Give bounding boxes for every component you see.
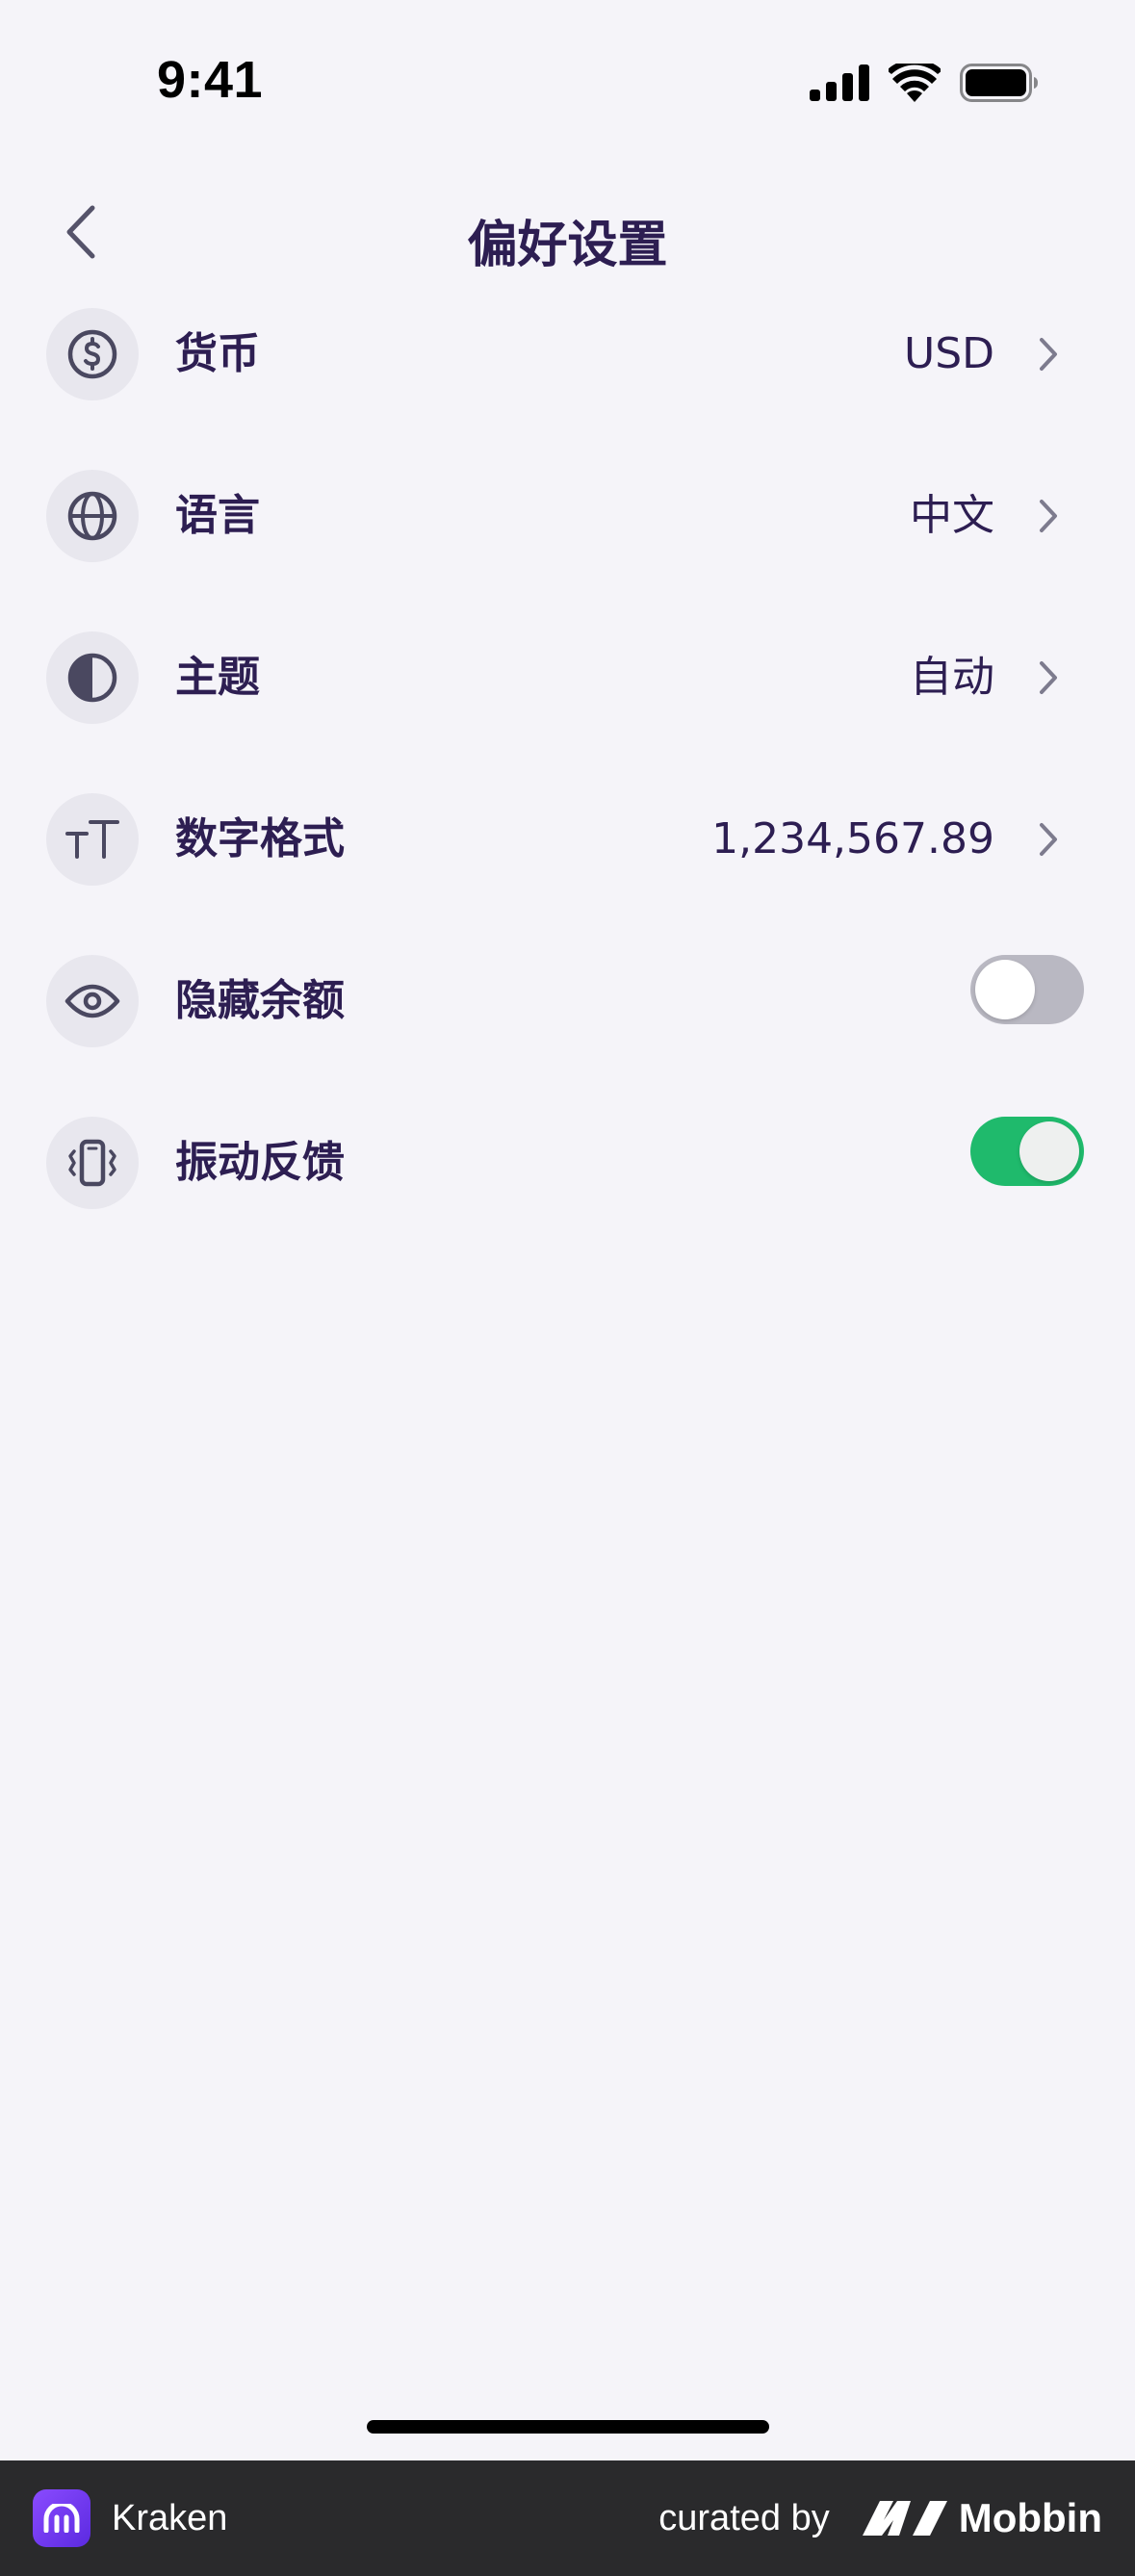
setting-row-language[interactable]: 语言 中文 [0,470,1135,631]
setting-row-number-format[interactable]: 数字格式 1,234,567.89 [0,793,1135,955]
status-time: 9:41 [157,51,264,109]
wifi-icon [887,59,942,106]
footer-credit: curated by Mobbin [658,2495,1102,2541]
chevron-right-icon [1029,335,1068,374]
setting-label: 振动反馈 [175,1138,345,1187]
setting-label: 数字格式 [175,814,345,863]
setting-label: 隐藏余额 [175,976,345,1025]
phone-vibrate-icon [46,1117,139,1209]
footer-curated-by: curated by [658,2497,830,2538]
chevron-right-icon [1029,497,1068,535]
haptic-feedback-toggle[interactable] [970,1117,1084,1186]
dollar-circle-icon [46,308,139,400]
setting-value: USD [903,329,994,378]
setting-label: 货币 [175,329,260,378]
footer-app-name: Kraken [112,2497,228,2538]
mobbin-brand: Mobbin [862,2495,1102,2541]
text-size-icon [46,793,139,886]
setting-label: 主题 [175,653,260,702]
setting-row-theme[interactable]: 主题 自动 [0,631,1135,793]
status-bar: 9:41 [0,0,1135,144]
toggle-knob [1019,1121,1079,1181]
hide-balance-toggle[interactable] [970,955,1084,1024]
setting-value: 1,234,567.89 [711,814,994,863]
cellular-signal-icon [810,64,869,105]
chevron-right-icon [1029,658,1068,697]
setting-value: 中文 [910,491,994,540]
home-indicator [367,2420,769,2434]
chevron-right-icon [1029,820,1068,859]
settings-list: 货币 USD 语言 中文 主题 自动 数字格式 1,234,567.89 隐藏余… [0,308,1135,1278]
screen: 9:41 偏好设置 货币 USD 语言 中文 主题 自动 数字格式 1,234,… [0,0,1135,2576]
kraken-logo-icon [33,2489,90,2547]
mobbin-wordmark: Mobbin [958,2495,1102,2540]
setting-value: 自动 [910,653,994,702]
setting-row-haptic-feedback: 振动反馈 [0,1117,1135,1278]
status-icons [810,59,1039,106]
half-circle-icon [46,631,139,724]
toggle-knob [975,960,1035,1019]
page-title: 偏好设置 [467,217,668,274]
globe-icon [46,470,139,562]
nav-bar: 偏好设置 [0,183,1135,279]
setting-row-hide-balance: 隐藏余额 [0,955,1135,1117]
battery-icon [960,64,1039,106]
mobbin-logo-icon [862,2497,947,2539]
footer-app: Kraken [33,2489,227,2547]
eye-icon [46,955,139,1047]
setting-label: 语言 [175,491,260,540]
setting-row-currency[interactable]: 货币 USD [0,308,1135,470]
footer-banner: Kraken curated by Mobbin [0,2460,1135,2576]
